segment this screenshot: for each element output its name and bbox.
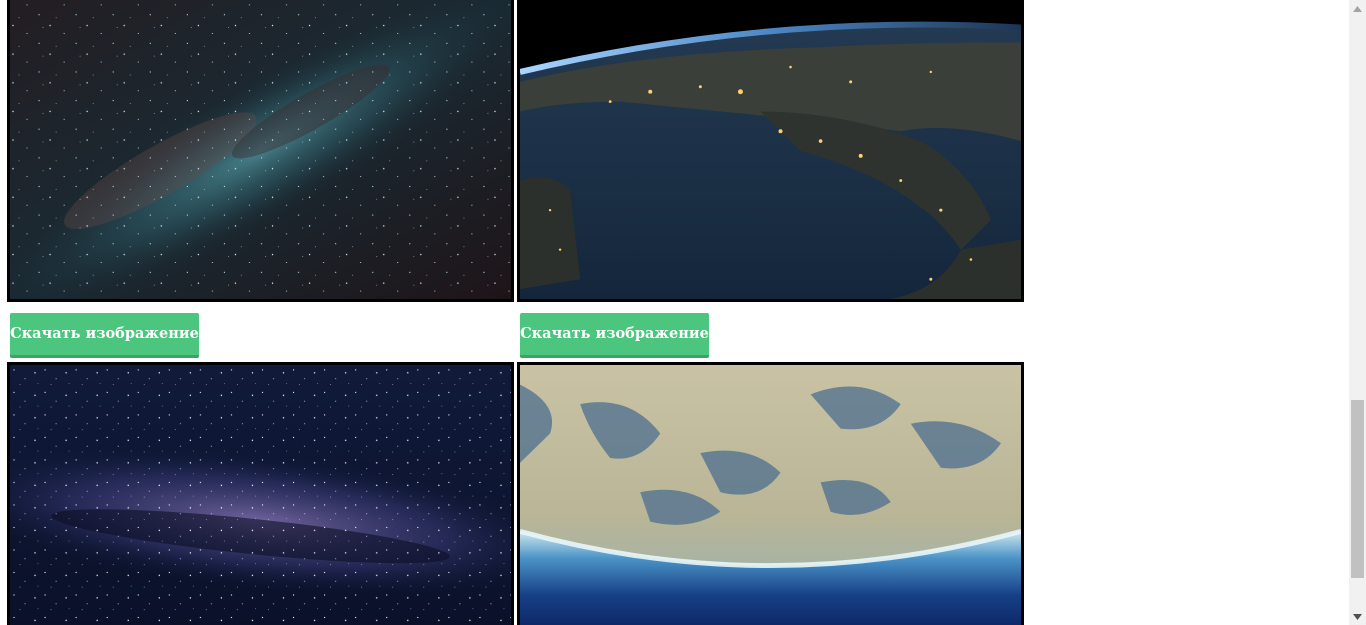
gallery-image-earth-horizon bbox=[517, 362, 1024, 625]
download-image-button[interactable]: Скачать изображение bbox=[10, 313, 199, 358]
gallery-image-milky-way-teal bbox=[7, 0, 514, 302]
earth-horizon-graphic bbox=[520, 365, 1021, 625]
gallery-image-earth-night bbox=[517, 0, 1024, 302]
scrollbar-thumb[interactable] bbox=[1351, 400, 1364, 578]
scroll-up-arrow-icon[interactable] bbox=[1349, 0, 1366, 17]
download-image-button[interactable]: Скачать изображение bbox=[520, 313, 709, 358]
vertical-scrollbar[interactable] bbox=[1349, 0, 1366, 625]
earth-night-graphic bbox=[520, 0, 1021, 299]
page-viewport: Скачать изображение Скачать изображение bbox=[0, 0, 1366, 625]
milky-way-purple-graphic bbox=[10, 365, 511, 625]
milky-way-teal-graphic bbox=[10, 0, 511, 299]
gallery-image-milky-way-purple bbox=[7, 362, 514, 625]
scroll-down-arrow-icon[interactable] bbox=[1349, 608, 1366, 625]
